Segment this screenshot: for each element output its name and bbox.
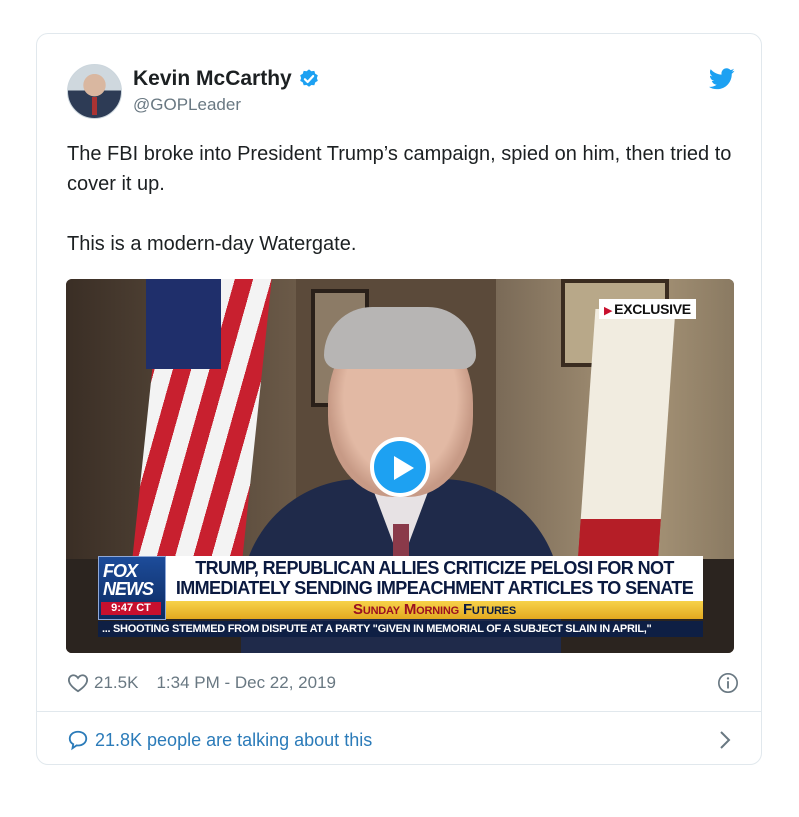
speaker-hair <box>324 307 476 369</box>
chevron-right-icon[interactable] <box>719 730 731 750</box>
news-lower-third: FOX NEWS 9:47 CT TRUMP, REPUBLICAN ALLIE… <box>98 556 703 638</box>
conversation-link[interactable]: 21.8K people are talking about this <box>67 726 739 754</box>
divider <box>37 711 761 712</box>
headline-line-2: IMMEDIATELY SENDING IMPEACHMENT ARTICLES… <box>175 578 694 598</box>
tweet-timestamp[interactable]: 1:34 PM - Dec 22, 2019 <box>156 673 336 693</box>
twitter-bird-icon[interactable] <box>709 68 735 90</box>
play-button[interactable] <box>370 437 430 497</box>
avatar[interactable] <box>67 64 122 119</box>
news-headline: TRUMP, REPUBLICAN ALLIES CRITICIZE PELOS… <box>166 556 703 601</box>
tweet-card: Kevin McCarthy @GOPLeader The FBI broke … <box>36 33 762 765</box>
show-name-part-1: Sunday Morning <box>353 601 459 618</box>
verified-badge-icon <box>299 69 318 87</box>
exclusive-badge: ▶ EXCLUSIVE <box>599 299 696 319</box>
play-icon <box>394 456 414 480</box>
play-triangle-icon: ▶ <box>604 305 613 317</box>
tweet-meta: 21.5K 1:34 PM - Dec 22, 2019 <box>67 670 739 696</box>
speech-bubble-icon <box>68 730 88 751</box>
conversation-count[interactable]: 21.8K people are talking about this <box>95 730 372 751</box>
us-flag-canton <box>146 279 221 369</box>
fox-news-logo: FOX NEWS 9:47 CT <box>98 556 166 620</box>
video-player[interactable]: ▶ EXCLUSIVE FOX NEWS 9:47 CT TRUMP, REPUB… <box>66 279 734 653</box>
exclusive-label: EXCLUSIVE <box>614 301 691 317</box>
info-icon[interactable] <box>717 672 739 694</box>
author-handle[interactable]: @GOPLeader <box>133 95 320 115</box>
news-ticker: ... SHOOTING STEMMED FROM DISPUTE AT A P… <box>98 621 703 637</box>
tweet-header: Kevin McCarthy @GOPLeader <box>67 62 737 120</box>
broadcast-time: 9:47 CT <box>101 602 161 615</box>
author-block[interactable]: Kevin McCarthy @GOPLeader <box>133 66 320 115</box>
heart-icon[interactable] <box>67 673 89 693</box>
show-name: Sunday Morning Futures <box>166 601 703 619</box>
logo-text-news: NEWS <box>103 579 154 599</box>
headline-line-1: TRUMP, REPUBLICAN ALLIES CRITICIZE PELOS… <box>195 558 674 578</box>
tweet-text: The FBI broke into President Trump’s cam… <box>67 143 732 255</box>
author-display-name[interactable]: Kevin McCarthy <box>133 66 292 92</box>
like-count[interactable]: 21.5K <box>94 673 138 693</box>
show-name-part-2: Futures <box>462 601 516 618</box>
